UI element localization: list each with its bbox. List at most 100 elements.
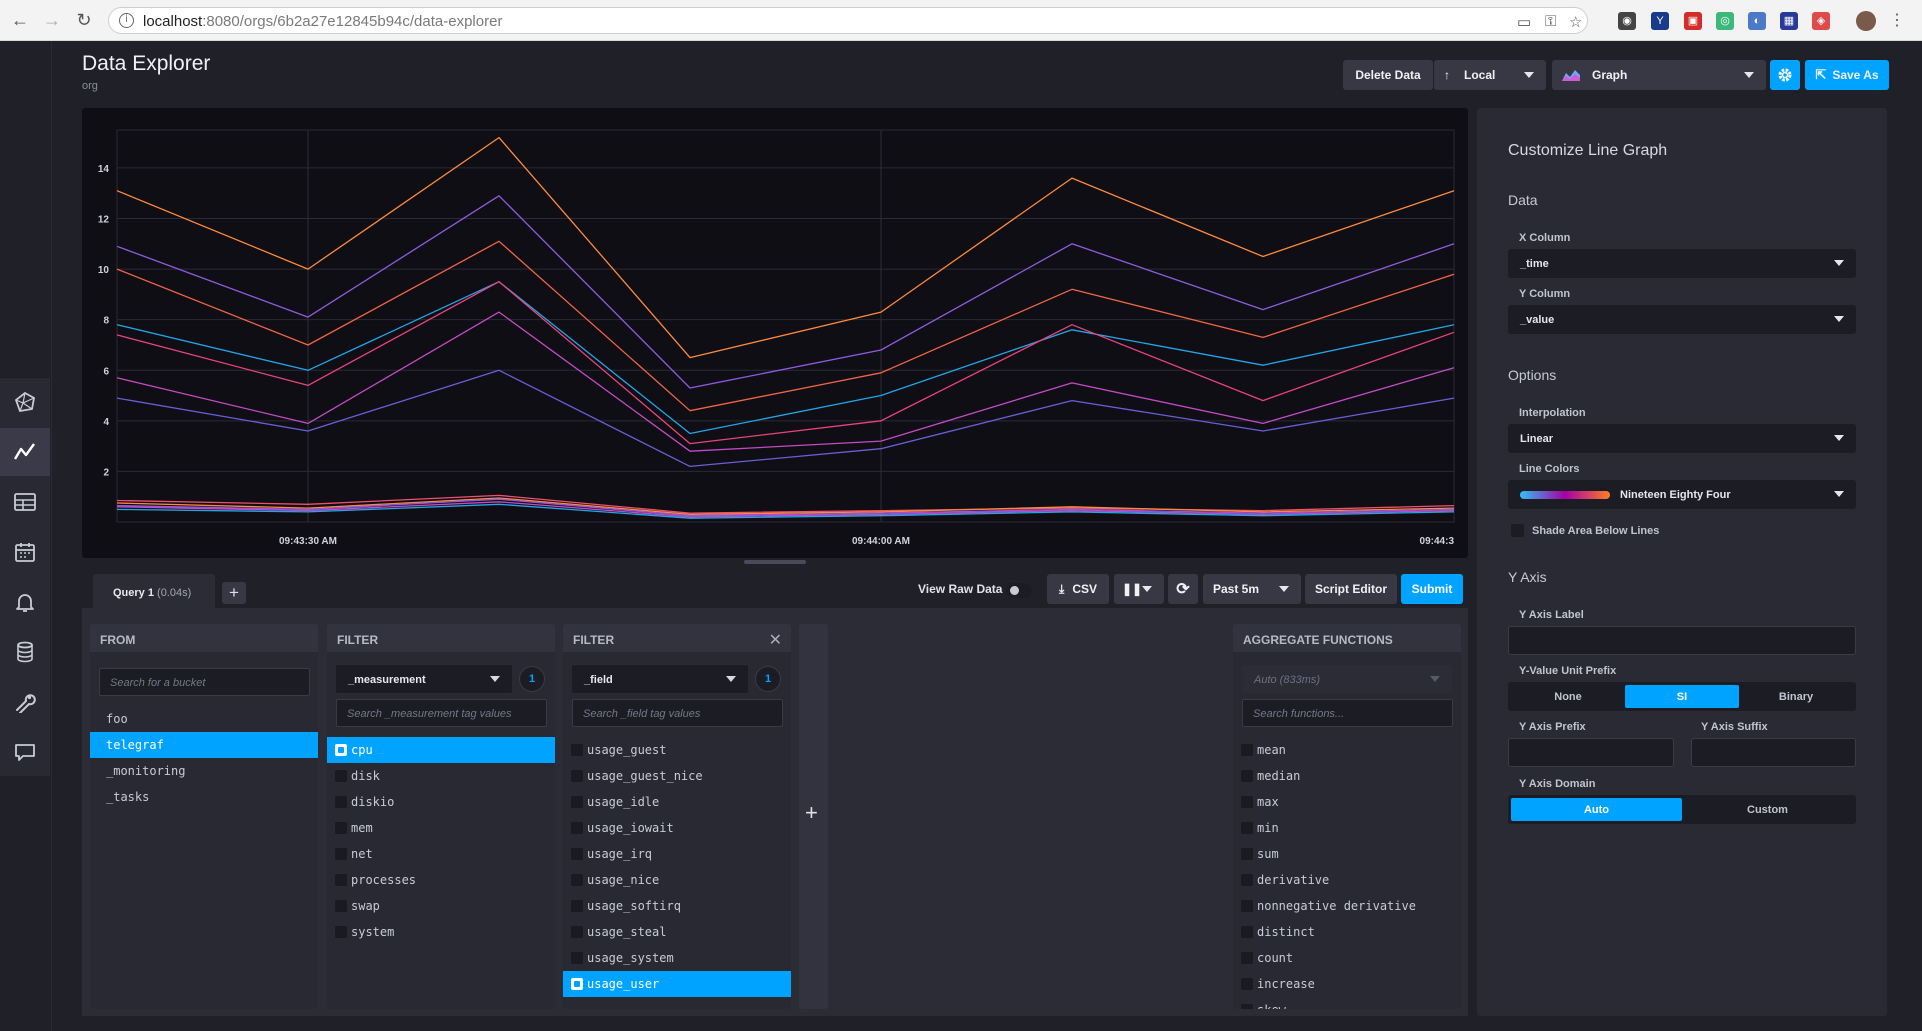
cast-icon[interactable]: ▭: [1517, 13, 1531, 31]
bucket-search-input[interactable]: Search for a bucket: [99, 668, 310, 696]
csv-button[interactable]: ⤓ CSV: [1047, 574, 1109, 604]
save-as-button[interactable]: ⇱ Save As: [1805, 60, 1889, 90]
function-item[interactable]: median: [1233, 763, 1461, 789]
function-item[interactable]: derivative: [1233, 867, 1461, 893]
domain-custom-option[interactable]: Custom: [1682, 798, 1853, 821]
timezone-dropdown[interactable]: ↑ Local: [1434, 60, 1546, 90]
extension-icon[interactable]: ◐: [1748, 12, 1766, 30]
aggregate-functions-card: AGGREGATE FUNCTIONS Auto (833ms) Search …: [1233, 624, 1461, 1009]
field-item[interactable]: usage_user: [563, 971, 791, 997]
view-raw-data-toggle[interactable]: [1006, 583, 1032, 598]
view-type-dropdown[interactable]: Graph: [1552, 60, 1766, 90]
extension-icon[interactable]: ◈: [1812, 12, 1830, 30]
bucket-item[interactable]: _tasks: [90, 784, 318, 810]
function-item[interactable]: increase: [1233, 971, 1461, 997]
time-range-dropdown[interactable]: Past 5m: [1203, 574, 1301, 604]
y-axis-suffix-input[interactable]: [1691, 738, 1856, 767]
bucket-item[interactable]: foo: [90, 706, 318, 732]
query-tab[interactable]: Query 1 (0.04s): [93, 574, 215, 608]
domain-auto-option[interactable]: Auto: [1511, 798, 1682, 821]
function-item[interactable]: distinct: [1233, 919, 1461, 945]
info-icon[interactable]: i: [119, 13, 134, 28]
y-axis-prefix-input[interactable]: [1508, 738, 1674, 767]
measurement-item[interactable]: processes: [327, 867, 555, 893]
function-item[interactable]: skew: [1233, 997, 1461, 1009]
measurement-item[interactable]: system: [327, 919, 555, 945]
line-colors-dropdown[interactable]: Nineteen Eighty Four: [1508, 480, 1856, 509]
field-item[interactable]: usage_softirq: [563, 893, 791, 919]
measurement-item[interactable]: swap: [327, 893, 555, 919]
nav-alerts-bell-icon[interactable]: [0, 578, 50, 626]
field-item[interactable]: usage_iowait: [563, 815, 791, 841]
nav-load-data-icon[interactable]: [0, 628, 50, 676]
measurement-item[interactable]: cpu: [327, 737, 555, 763]
gear-icon: [1778, 68, 1792, 82]
close-icon[interactable]: ✕: [769, 630, 782, 650]
menu-icon[interactable]: ⋮: [1888, 12, 1906, 30]
shade-area-checkbox[interactable]: [1511, 524, 1524, 537]
measurement-item[interactable]: disk: [327, 763, 555, 789]
filter-key-dropdown[interactable]: _measurement: [336, 665, 512, 693]
function-item[interactable]: sum: [1233, 841, 1461, 867]
customize-gear-button[interactable]: [1770, 60, 1800, 90]
nav-home-icon[interactable]: [0, 378, 50, 426]
window-period-dropdown[interactable]: Auto (833ms): [1242, 665, 1452, 693]
filter-key-dropdown[interactable]: _field: [572, 665, 748, 693]
url-text[interactable]: localhost:8080/orgs/6b2a27e12845b94c/dat…: [143, 13, 502, 30]
bookmark-star-icon[interactable]: ☆: [1569, 13, 1582, 31]
function-item[interactable]: count: [1233, 945, 1461, 971]
unit-binary-option[interactable]: Binary: [1739, 685, 1853, 708]
script-editor-button[interactable]: Script Editor: [1305, 574, 1397, 604]
function-item[interactable]: min: [1233, 815, 1461, 841]
field-item[interactable]: usage_system: [563, 945, 791, 971]
extension-icon[interactable]: ▣: [1684, 12, 1702, 30]
bucket-item[interactable]: _monitoring: [90, 758, 318, 784]
measurement-search-input[interactable]: Search _measurement tag values: [336, 699, 547, 727]
measurement-item[interactable]: diskio: [327, 789, 555, 815]
profile-avatar[interactable]: [1856, 11, 1876, 31]
extension-icon[interactable]: Y: [1651, 12, 1669, 30]
add-query-button[interactable]: +: [222, 582, 246, 604]
refresh-button[interactable]: ⟳: [1168, 574, 1198, 604]
nav-settings-wrench-icon[interactable]: [0, 678, 50, 726]
field-search-input[interactable]: Search _field tag values: [572, 699, 783, 727]
field-item[interactable]: usage_irq: [563, 841, 791, 867]
nav-feedback-icon[interactable]: [0, 728, 50, 776]
extension-icon[interactable]: ▦: [1780, 12, 1798, 30]
function-item[interactable]: nonnegative derivative: [1233, 893, 1461, 919]
extension-icon[interactable]: ◉: [1618, 12, 1636, 30]
address-bar[interactable]: i localhost:8080/orgs/6b2a27e12845b94c/d…: [108, 7, 1588, 34]
field-item[interactable]: usage_nice: [563, 867, 791, 893]
y-column-dropdown[interactable]: _value: [1508, 305, 1856, 334]
submit-button[interactable]: Submit: [1401, 574, 1463, 604]
key-icon[interactable]: ⚿: [1545, 13, 1556, 30]
nav-tasks-icon[interactable]: [0, 528, 50, 576]
field-item[interactable]: usage_guest: [563, 737, 791, 763]
measurement-item[interactable]: mem: [327, 815, 555, 841]
interpolation-dropdown[interactable]: Linear: [1508, 424, 1856, 453]
unit-none-option[interactable]: None: [1511, 685, 1625, 708]
function-item[interactable]: mean: [1233, 737, 1461, 763]
graph-icon: [1562, 70, 1580, 81]
field-item[interactable]: usage_guest_nice: [563, 763, 791, 789]
y-column-label: Y Column: [1519, 288, 1571, 300]
field-item[interactable]: usage_steal: [563, 919, 791, 945]
y-tick-label: 2: [103, 467, 109, 478]
field-item[interactable]: usage_idle: [563, 789, 791, 815]
y-axis-label-input[interactable]: [1508, 626, 1856, 655]
add-filter-column[interactable]: +: [799, 624, 828, 1009]
unit-si-option[interactable]: SI: [1625, 685, 1739, 708]
bucket-item[interactable]: telegraf: [90, 732, 318, 758]
back-icon[interactable]: ←: [10, 10, 30, 30]
forward-icon[interactable]: →: [42, 10, 62, 30]
delete-data-button[interactable]: Delete Data: [1343, 60, 1433, 90]
measurement-item[interactable]: net: [327, 841, 555, 867]
function-item[interactable]: max: [1233, 789, 1461, 815]
x-column-dropdown[interactable]: _time: [1508, 249, 1856, 278]
reload-icon[interactable]: ↻: [74, 10, 94, 30]
function-search-input[interactable]: Search functions...: [1242, 699, 1453, 727]
nav-data-explorer-icon[interactable]: [0, 428, 50, 476]
nav-dashboards-icon[interactable]: [0, 478, 50, 526]
auto-refresh-dropdown[interactable]: ❚❚: [1114, 574, 1164, 604]
extension-icon[interactable]: ◎: [1716, 12, 1734, 30]
